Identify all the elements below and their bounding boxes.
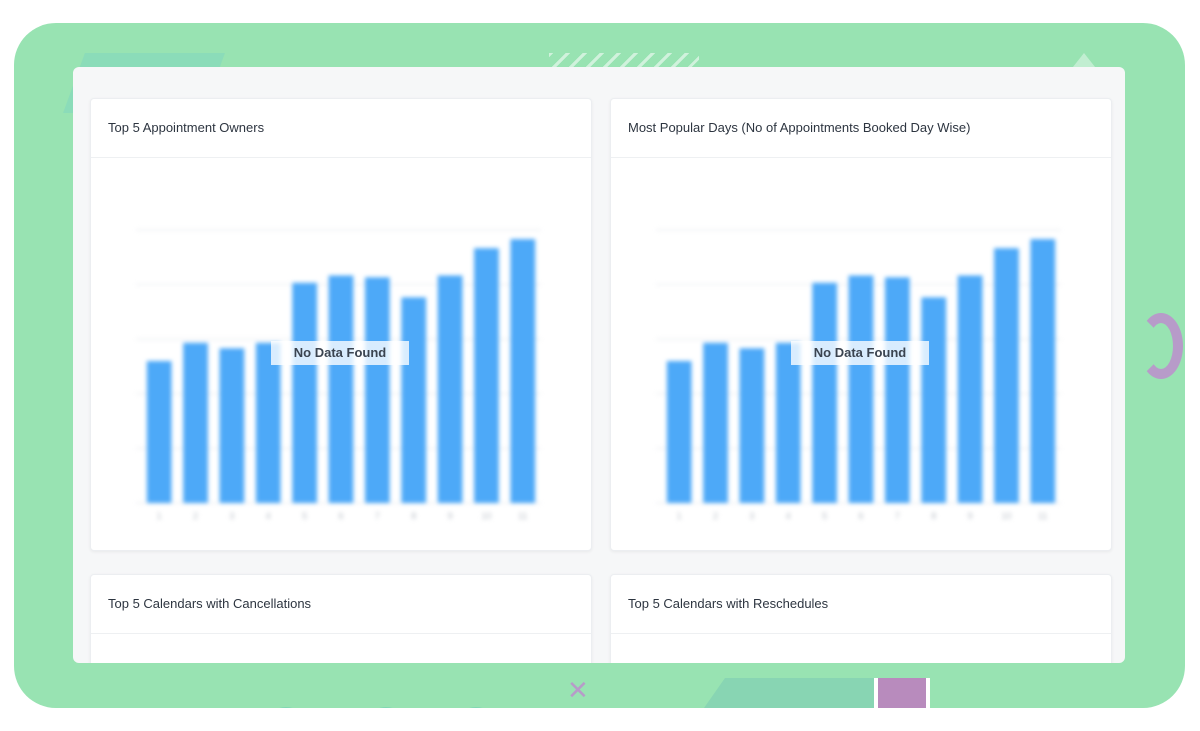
x-tick-label: 9	[448, 511, 453, 521]
card-top-appointment-owners: Top 5 Appointment Owners 1 2 3 4 5 6 7 8 9 10 11 N…	[90, 98, 592, 551]
card-calendars-reschedules: Top 5 Calendars with Reschedules	[610, 574, 1112, 663]
bar	[848, 275, 874, 503]
bar	[957, 275, 983, 503]
x-tick-label: 4	[266, 511, 271, 521]
decorative-circle	[364, 707, 408, 708]
chart-area: 1 2 3 4 5 6 7 8 9 10 11 No Data Found	[611, 158, 1111, 550]
bar	[146, 361, 172, 503]
bar	[365, 277, 390, 503]
decorative-band	[682, 678, 906, 708]
x-tick-label: 9	[968, 511, 973, 521]
decorative-block	[874, 678, 930, 708]
x-tick-label: 11	[1038, 511, 1047, 521]
x-tick-label: 6	[858, 511, 863, 521]
x-tick-label: 1	[677, 511, 682, 521]
card-title: Top 5 Calendars with Cancellations	[91, 575, 591, 634]
bar	[328, 275, 354, 503]
no-data-message: No Data Found	[791, 341, 929, 365]
card-calendars-cancellations: Top 5 Calendars with Cancellations	[90, 574, 592, 663]
bar	[812, 282, 837, 503]
x-tick-label: 2	[713, 511, 718, 521]
card-title: Top 5 Calendars with Reschedules	[611, 575, 1111, 634]
bar	[255, 342, 281, 503]
bar	[219, 348, 245, 503]
bar	[921, 297, 947, 503]
bar	[739, 348, 765, 503]
x-tick-label: 3	[749, 511, 754, 521]
bar	[666, 361, 692, 503]
no-data-message: No Data Found	[271, 341, 409, 365]
bar	[474, 248, 499, 503]
bar	[1030, 239, 1056, 503]
card-title: Most Popular Days (No of Appointments Bo…	[611, 99, 1111, 158]
chart-area: 1 2 3 4 5 6 7 8 9 10 11 No Data Found	[91, 158, 591, 550]
decorative-ring	[1139, 313, 1183, 379]
x-tick-label: 7	[375, 511, 380, 521]
x-tick-label: 3	[229, 511, 234, 521]
x-tick-label: 6	[338, 511, 343, 521]
bar	[292, 282, 317, 503]
x-tick-label: 8	[411, 511, 416, 521]
card-title: Top 5 Appointment Owners	[91, 99, 591, 158]
x-tick-label: 10	[481, 511, 491, 521]
x-tick-label: 1	[157, 511, 162, 521]
bar	[401, 297, 427, 503]
decorative-circle	[264, 707, 308, 708]
x-tick-label: 5	[822, 511, 827, 521]
x-tick-label: 2	[193, 511, 198, 521]
x-tick-label: 11	[518, 511, 527, 521]
x-tick-label: 8	[931, 511, 936, 521]
decorative-circle	[454, 707, 498, 708]
bar	[885, 277, 910, 503]
bar	[703, 342, 728, 503]
dashboard-panel: Top 5 Appointment Owners 1 2 3 4 5 6 7 8 9 10 11 N…	[73, 67, 1125, 663]
bar	[183, 342, 208, 503]
card-most-popular-days: Most Popular Days (No of Appointments Bo…	[610, 98, 1112, 551]
bar	[994, 248, 1019, 503]
x-tick-label: 10	[1001, 511, 1011, 521]
bar	[437, 275, 463, 503]
bar	[775, 342, 801, 503]
decorative-x-icon: ✕	[567, 676, 589, 706]
x-tick-label: 5	[302, 511, 307, 521]
x-tick-label: 7	[895, 511, 900, 521]
x-tick-label: 4	[786, 511, 791, 521]
bar	[510, 239, 536, 503]
